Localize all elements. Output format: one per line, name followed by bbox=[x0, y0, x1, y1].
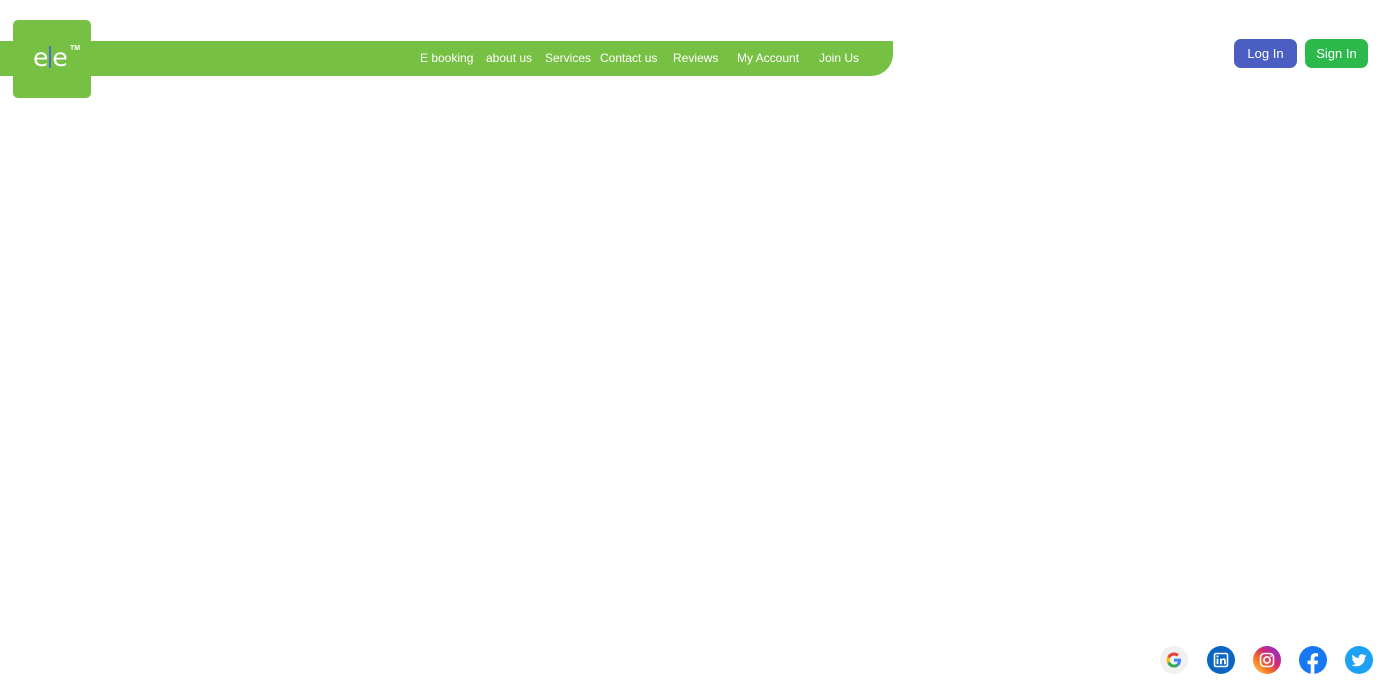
logo-trademark: TM bbox=[70, 45, 81, 52]
instagram-icon[interactable] bbox=[1253, 646, 1281, 674]
linkedin-icon[interactable] bbox=[1207, 646, 1235, 674]
twitter-icon[interactable] bbox=[1345, 646, 1373, 674]
logo[interactable]: ee TM bbox=[13, 20, 91, 98]
nav-link-about-us[interactable]: about us bbox=[486, 51, 532, 66]
facebook-icon[interactable] bbox=[1299, 646, 1327, 674]
nav-link-contact-us[interactable]: Contact us bbox=[600, 51, 657, 66]
page: ee TM E booking about us Services Contac… bbox=[0, 0, 1400, 700]
nav-link-reviews[interactable]: Reviews bbox=[673, 51, 718, 66]
nav-link-e-booking[interactable]: E booking bbox=[420, 51, 473, 66]
login-button[interactable]: Log In bbox=[1234, 39, 1297, 68]
logo-wordmark: ee bbox=[33, 43, 68, 72]
nav-link-my-account[interactable]: My Account bbox=[737, 51, 799, 66]
nav-link-services[interactable]: Services bbox=[545, 51, 591, 66]
google-icon[interactable] bbox=[1160, 646, 1188, 674]
nav-link-join-us[interactable]: Join Us bbox=[819, 51, 859, 66]
signin-button[interactable]: Sign In bbox=[1305, 39, 1368, 68]
